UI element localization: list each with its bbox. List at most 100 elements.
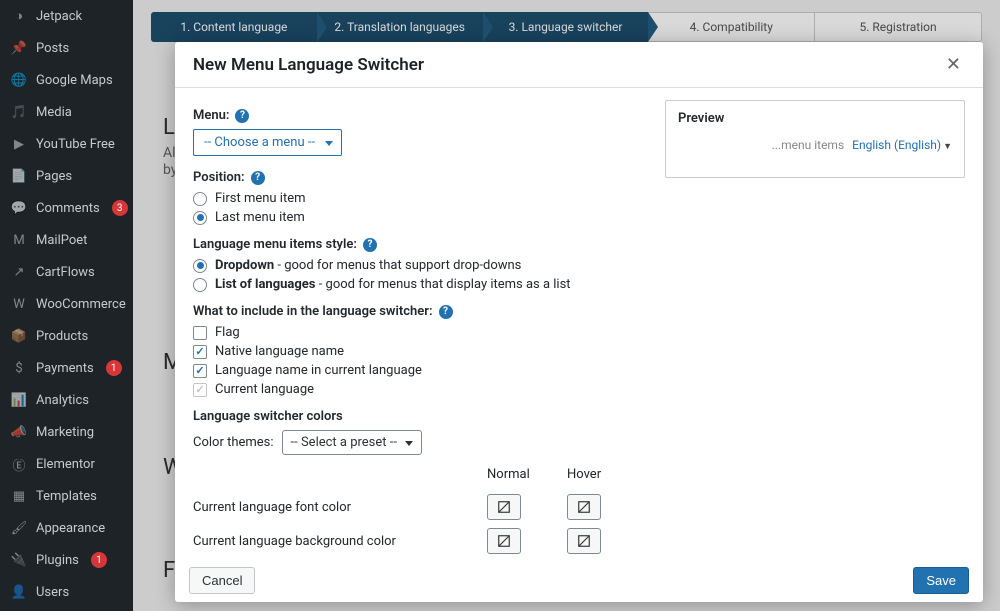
checkbox-label: Flag <box>215 325 240 340</box>
sidebar-item-label: Payments <box>36 361 94 376</box>
style-list-radio[interactable]: List of languages - good for menus that … <box>193 277 653 292</box>
sidebar-item-analytics[interactable]: 📊 Analytics <box>0 384 133 416</box>
bg-color-hover-swatch[interactable] <box>567 528 601 554</box>
sidebar-item-mailpoet[interactable]: M MailPoet <box>0 224 133 256</box>
checkbox-icon <box>193 383 207 397</box>
template-icon: ▦ <box>10 487 28 505</box>
label-text: Menu: <box>193 108 229 123</box>
sidebar-item-label: Templates <box>36 489 97 504</box>
comments-badge: 3 <box>112 200 128 216</box>
preview-title: Preview <box>678 111 952 126</box>
sidebar-item-label: Analytics <box>36 393 89 408</box>
sidebar-item-posts[interactable]: 📌Posts <box>0 32 133 64</box>
radio-icon <box>193 192 207 206</box>
page-icon: 📄 <box>10 167 28 185</box>
preview-placeholder: ...menu items <box>772 138 845 152</box>
color-themes-select[interactable]: -- Select a preset -- <box>282 430 422 455</box>
help-icon[interactable]: ? <box>235 109 249 123</box>
brush-icon: 🖌 <box>10 519 28 537</box>
sidebar-item-comments[interactable]: 💬Comments3 <box>0 192 133 224</box>
modal-header: New Menu Language Switcher ✕ <box>175 42 983 88</box>
sidebar-item-label: MailPoet <box>36 233 87 248</box>
select-value: -- Choose a menu -- <box>204 135 315 150</box>
user-icon: 👤 <box>10 583 28 601</box>
sidebar-item-marketing[interactable]: 📣 Marketing <box>0 416 133 448</box>
sidebar-item-payments[interactable]: $ Payments 1 <box>0 352 133 384</box>
sidebar-item-label: YouTube Free <box>36 137 115 152</box>
position-first-radio[interactable]: First menu item <box>193 191 653 206</box>
sidebar-item-products[interactable]: 📦Products <box>0 320 133 352</box>
row-font-label: Current language font color <box>193 500 487 515</box>
bg-color-normal-swatch[interactable] <box>487 528 521 554</box>
save-button[interactable]: Save <box>913 567 969 594</box>
flow-icon: ↗ <box>10 263 28 281</box>
style-dropdown-radio[interactable]: Dropdown - good for menus that support d… <box>193 258 653 273</box>
modal-body: Preview ...menu items English (English)▼… <box>175 88 983 559</box>
modal-title: New Menu Language Switcher <box>193 55 424 75</box>
position-last-radio[interactable]: Last menu item <box>193 210 653 225</box>
media-icon: 🎵 <box>10 103 28 121</box>
sidebar-item-media[interactable]: 🎵 Media <box>0 96 133 128</box>
font-color-hover-swatch[interactable] <box>567 494 601 520</box>
menu-select[interactable]: -- Choose a menu -- <box>193 129 342 156</box>
sidebar-item-plugins[interactable]: 🔌Plugins1 <box>0 544 133 576</box>
no-color-icon <box>577 534 591 548</box>
no-color-icon <box>577 500 591 514</box>
sidebar-item-elementor[interactable]: Ⓔ Elementor <box>0 448 133 480</box>
checkbox-icon <box>193 345 207 359</box>
sidebar-item-woocommerce[interactable]: W WooCommerce <box>0 288 133 320</box>
help-icon[interactable]: ? <box>363 238 377 252</box>
checkbox-label: Current language <box>215 382 314 397</box>
col-hover-header: Hover <box>567 467 647 482</box>
cancel-button[interactable]: Cancel <box>189 567 255 594</box>
sidebar-item-label: Plugins <box>36 553 79 568</box>
row-bg-label: Current language background color <box>193 534 487 549</box>
plugins-badge: 1 <box>91 552 107 568</box>
style-label: Language menu items style:? <box>193 237 653 252</box>
elementor-icon: Ⓔ <box>10 455 28 473</box>
font-color-normal-swatch[interactable] <box>487 494 521 520</box>
globe-icon: 🌐 <box>10 71 28 89</box>
dollar-icon: $ <box>10 359 28 377</box>
color-themes-label: Color themes: <box>193 435 274 450</box>
jetpack-icon: ◑ <box>10 7 28 25</box>
mail-icon: M <box>10 231 28 249</box>
sidebar-item-label: Elementor <box>36 457 95 472</box>
preview-lang-text: English (English) <box>852 138 941 152</box>
sidebar-item-label: Media <box>36 105 72 120</box>
radio-label: List of languages - good for menus that … <box>215 277 571 292</box>
sidebar-item-label: Jetpack <box>36 9 82 24</box>
language-switcher-modal: New Menu Language Switcher ✕ Preview ...… <box>175 42 983 602</box>
checkbox-icon <box>193 364 207 378</box>
sidebar-item-cartflows[interactable]: ↗ CartFlows <box>0 256 133 288</box>
megaphone-icon: 📣 <box>10 423 28 441</box>
payments-badge: 1 <box>106 360 122 376</box>
help-icon[interactable]: ? <box>439 305 453 319</box>
sidebar-item-appearance[interactable]: 🖌Appearance <box>0 512 133 544</box>
include-flag-checkbox[interactable]: Flag <box>193 325 653 340</box>
box-icon: 📦 <box>10 327 28 345</box>
checkbox-label: Native language name <box>215 344 344 359</box>
close-icon[interactable]: ✕ <box>942 52 965 77</box>
include-currentname-checkbox[interactable]: Language name in current language <box>193 363 653 378</box>
sidebar-item-templates[interactable]: ▦ Templates <box>0 480 133 512</box>
sidebar-item-label: CartFlows <box>36 265 95 280</box>
radio-icon <box>193 278 207 292</box>
chart-icon: 📊 <box>10 391 28 409</box>
sidebar-item-users[interactable]: 👤Users <box>0 576 133 608</box>
preview-language-dropdown[interactable]: English (English)▼ <box>852 138 952 152</box>
sidebar-item-google-maps[interactable]: 🌐Google Maps <box>0 64 133 96</box>
include-current-checkbox[interactable]: Current language <box>193 382 653 397</box>
woo-icon: W <box>10 295 28 313</box>
label-text: Language menu items style: <box>193 237 357 252</box>
radio-icon <box>193 211 207 225</box>
help-icon[interactable]: ? <box>251 171 265 185</box>
include-native-checkbox[interactable]: Native language name <box>193 344 653 359</box>
position-label: Position:? <box>193 170 653 185</box>
sidebar-item-youtube[interactable]: ▶YouTube Free <box>0 128 133 160</box>
sidebar-item-label: WooCommerce <box>36 297 126 312</box>
sidebar-item-jetpack[interactable]: ◑ Jetpack <box>0 0 133 32</box>
preview-row: ...menu items English (English)▼ <box>678 138 952 152</box>
sidebar-item-pages[interactable]: 📄Pages <box>0 160 133 192</box>
sidebar-item-label: Marketing <box>36 425 94 440</box>
